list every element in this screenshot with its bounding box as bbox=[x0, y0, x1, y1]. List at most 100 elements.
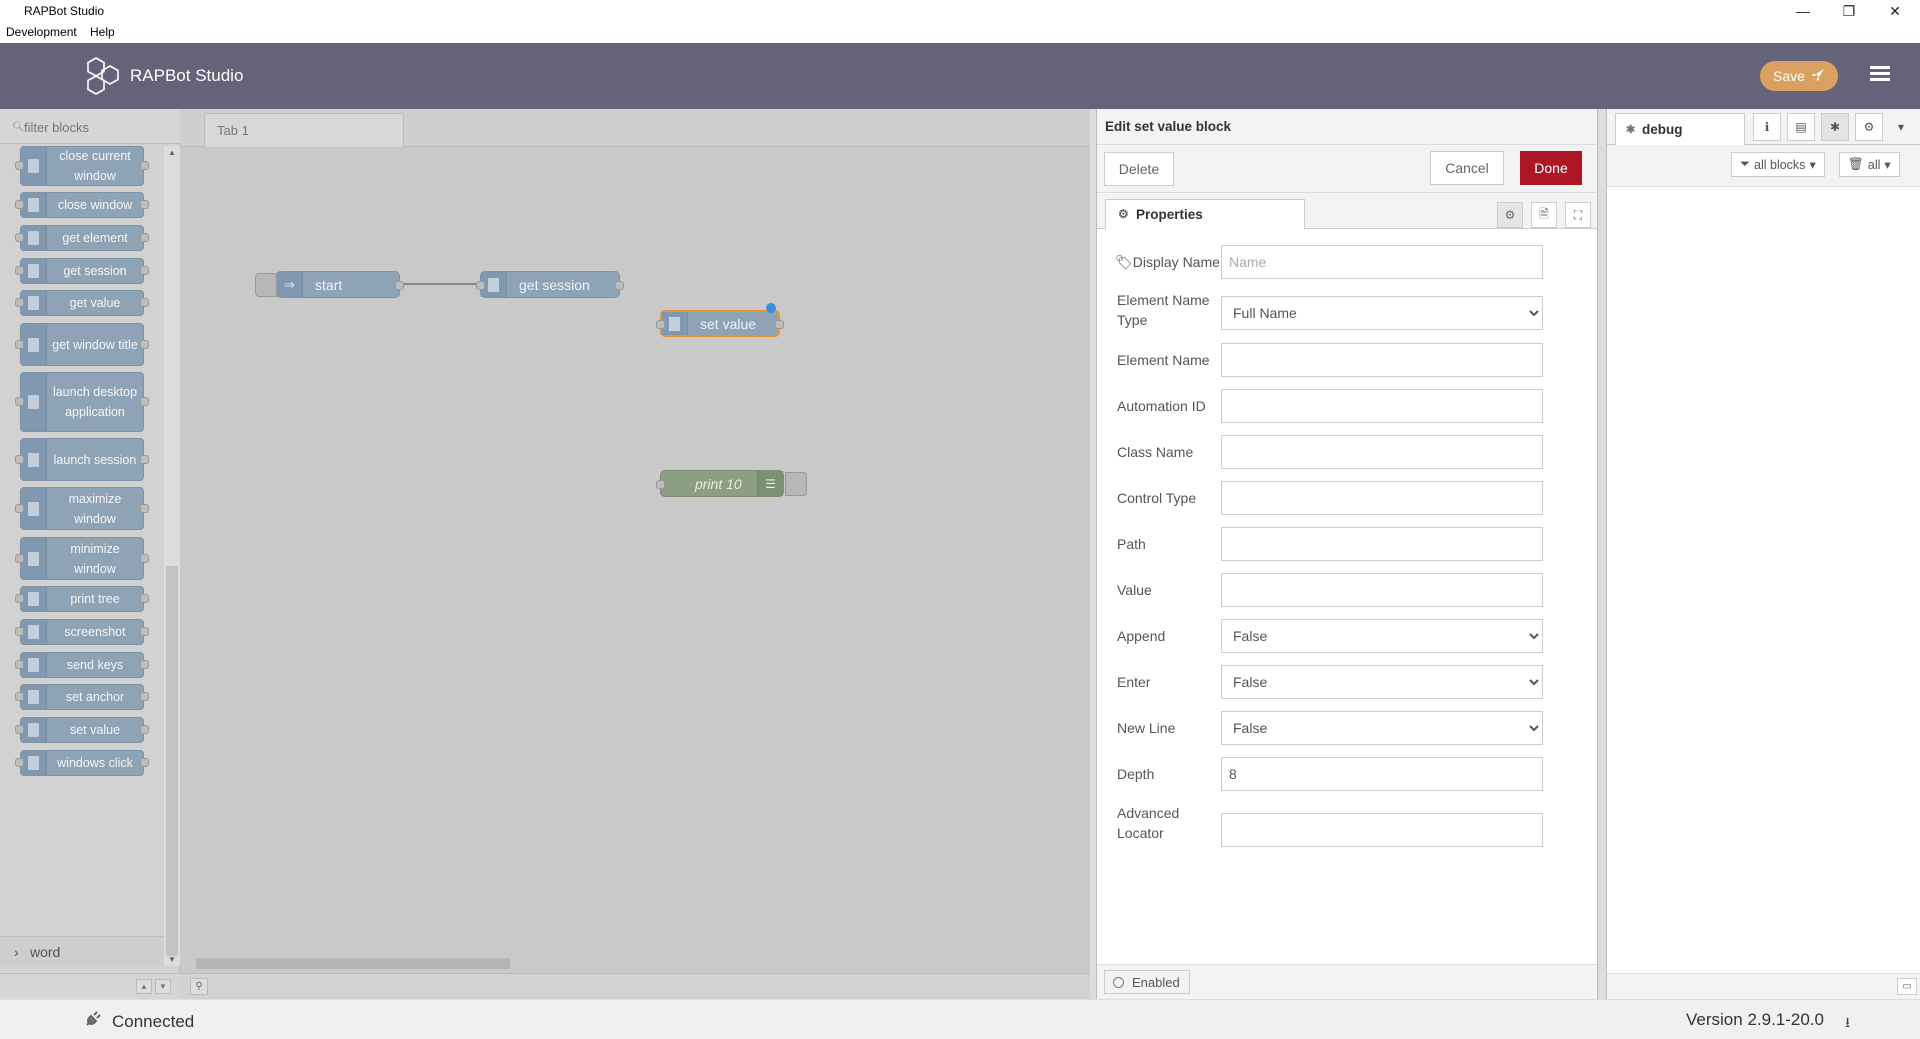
palette-block-launch-desktop-application[interactable]: launch desktop application bbox=[15, 372, 149, 432]
palette-block-get-window-title[interactable]: get window title bbox=[15, 323, 149, 366]
palette-block-list: close current window close window get el… bbox=[0, 146, 164, 936]
connection-status: Connected bbox=[84, 1010, 194, 1033]
sidebar-tabbar: ✱ debug ℹ ▤ ✱ ⚙ ▾ bbox=[1607, 109, 1920, 146]
palette-block-screenshot[interactable]: screenshot bbox=[15, 619, 149, 645]
output-port[interactable] bbox=[775, 320, 784, 329]
menu-development[interactable]: Development bbox=[6, 25, 77, 39]
cancel-button[interactable]: Cancel bbox=[1430, 151, 1504, 185]
hamburger-menu-icon[interactable] bbox=[1866, 63, 1894, 89]
node-get-session[interactable]: get session bbox=[476, 271, 624, 298]
palette-block-get-value[interactable]: get value bbox=[15, 290, 149, 316]
output-port[interactable] bbox=[395, 281, 404, 290]
open-window-icon[interactable]: ▭ bbox=[1897, 978, 1917, 995]
menubar: Development Help bbox=[0, 22, 1920, 43]
info-icon[interactable]: ℹ bbox=[1753, 113, 1781, 141]
palette-block-launch-session[interactable]: launch session bbox=[15, 438, 149, 481]
zoom-search-icon[interactable]: ⚲ bbox=[190, 978, 208, 995]
minimize-button[interactable]: — bbox=[1780, 0, 1826, 22]
node-print-10[interactable]: print 10 ☰ bbox=[656, 470, 807, 497]
tray-footer: Enabled bbox=[1097, 964, 1597, 999]
debug-toggle-button-icon[interactable] bbox=[785, 472, 807, 496]
sidebar-splitter[interactable] bbox=[1598, 109, 1606, 999]
collapse-all-icon[interactable]: ▲ bbox=[136, 979, 152, 994]
palette-block-maximize-window[interactable]: maximize window bbox=[15, 487, 149, 530]
class-name-input[interactable] bbox=[1221, 435, 1543, 469]
palette-scrollbar-thumb[interactable] bbox=[166, 566, 178, 956]
tag-icon: 🏷︎ bbox=[1115, 254, 1133, 270]
block-label: screenshot bbox=[64, 625, 126, 639]
value-label: Value bbox=[1117, 582, 1152, 598]
element-name-type-select[interactable]: Full Name bbox=[1221, 296, 1543, 330]
sidebar-footer: ▭ bbox=[1607, 973, 1920, 999]
palette-block-close-window[interactable]: close window bbox=[15, 192, 149, 218]
palette-block-minimize-window[interactable]: minimize window bbox=[15, 537, 149, 580]
menu-help[interactable]: Help bbox=[90, 25, 115, 39]
restore-button[interactable]: ❐ bbox=[1826, 0, 1872, 22]
scroll-up-icon[interactable]: ▲ bbox=[168, 148, 176, 157]
value-input[interactable] bbox=[1221, 573, 1543, 607]
description-icon[interactable]: 🗎 bbox=[1531, 202, 1557, 228]
enter-label: Enter bbox=[1117, 674, 1151, 690]
appearance-icon[interactable]: ⛶ bbox=[1565, 202, 1591, 228]
download-icon[interactable]: ⭳ bbox=[1845, 1012, 1850, 1036]
plug-icon bbox=[84, 1010, 102, 1033]
display-name-input[interactable] bbox=[1221, 245, 1543, 279]
save-button[interactable]: Save bbox=[1760, 61, 1838, 91]
window-titlebar: RAPBot Studio — ❐ ✕ bbox=[0, 0, 1920, 22]
document-icon bbox=[21, 653, 47, 677]
node-start[interactable]: ⇒ start bbox=[255, 271, 404, 298]
tab-1[interactable]: Tab 1 bbox=[204, 113, 404, 147]
flow-canvas[interactable]: ⇒ start get session set value print 10 ☰ bbox=[180, 148, 1090, 963]
input-port[interactable] bbox=[656, 320, 665, 329]
advanced-locator-input[interactable] bbox=[1221, 813, 1543, 847]
automation-id-input[interactable] bbox=[1221, 389, 1543, 423]
workspace-hscrollbar[interactable] bbox=[180, 955, 1090, 971]
delete-button[interactable]: Delete bbox=[1104, 152, 1174, 186]
close-window-button[interactable]: ✕ bbox=[1872, 0, 1918, 22]
output-port[interactable] bbox=[615, 281, 624, 290]
document-icon bbox=[21, 488, 47, 529]
path-input[interactable] bbox=[1221, 527, 1543, 561]
rocket-icon bbox=[1811, 68, 1825, 85]
palette-block-set-anchor[interactable]: set anchor bbox=[15, 684, 149, 710]
caret-down-icon: ▾ bbox=[1809, 158, 1816, 172]
depth-input[interactable] bbox=[1221, 757, 1543, 791]
new-line-select[interactable]: False bbox=[1221, 711, 1543, 745]
input-port[interactable] bbox=[476, 281, 485, 290]
palette-block-set-value[interactable]: set value bbox=[15, 717, 149, 743]
scroll-down-icon[interactable]: ▼ bbox=[168, 955, 176, 964]
debug-clear-dropdown[interactable]: 🗑︎ all ▾ bbox=[1839, 152, 1900, 177]
tab-debug[interactable]: ✱ debug bbox=[1615, 113, 1745, 146]
palette-block-get-session[interactable]: get session bbox=[15, 258, 149, 284]
node-set-value[interactable]: set value bbox=[656, 303, 784, 337]
book-icon[interactable]: ▤ bbox=[1787, 113, 1815, 141]
debug-filter-dropdown[interactable]: ⏷ all blocks ▾ bbox=[1731, 152, 1825, 177]
chevron-down-icon[interactable]: ▾ bbox=[1887, 113, 1915, 141]
enter-select[interactable]: False bbox=[1221, 665, 1543, 699]
palette-block-send-keys[interactable]: send keys bbox=[15, 652, 149, 678]
palette-block-windows-click[interactable]: windows click bbox=[15, 750, 149, 776]
workspace-hscrollbar-thumb[interactable] bbox=[196, 958, 510, 969]
palette-scrollbar[interactable]: ▲ ▼ bbox=[164, 146, 180, 966]
input-port[interactable] bbox=[656, 480, 665, 489]
tab-label: Tab 1 bbox=[217, 123, 249, 138]
done-button[interactable]: Done bbox=[1520, 151, 1582, 185]
palette-block-close-current-window[interactable]: close current window bbox=[15, 146, 149, 186]
settings-icon[interactable]: ⚙ bbox=[1497, 202, 1523, 228]
tab-properties[interactable]: ⚙ Properties bbox=[1105, 199, 1305, 230]
palette-block-print-tree[interactable]: print tree bbox=[15, 586, 149, 612]
filter-blocks-input[interactable] bbox=[6, 115, 166, 139]
palette-category-word[interactable]: › word bbox=[0, 936, 164, 966]
element-name-input[interactable] bbox=[1221, 343, 1543, 377]
block-label: set anchor bbox=[65, 690, 125, 704]
gear-icon[interactable]: ⚙ bbox=[1855, 113, 1883, 141]
expand-all-icon[interactable]: ▼ bbox=[155, 979, 171, 994]
inject-button-icon[interactable] bbox=[255, 273, 277, 297]
append-select[interactable]: False bbox=[1221, 619, 1543, 653]
palette-block-get-element[interactable]: get element bbox=[15, 225, 149, 251]
automation-id-label: Automation ID bbox=[1117, 398, 1206, 414]
control-type-input[interactable] bbox=[1221, 481, 1543, 515]
palette-footer: ▲ ▼ bbox=[0, 973, 180, 999]
debug-bug-icon[interactable]: ✱ bbox=[1821, 113, 1849, 141]
enabled-toggle[interactable]: Enabled bbox=[1104, 970, 1190, 994]
